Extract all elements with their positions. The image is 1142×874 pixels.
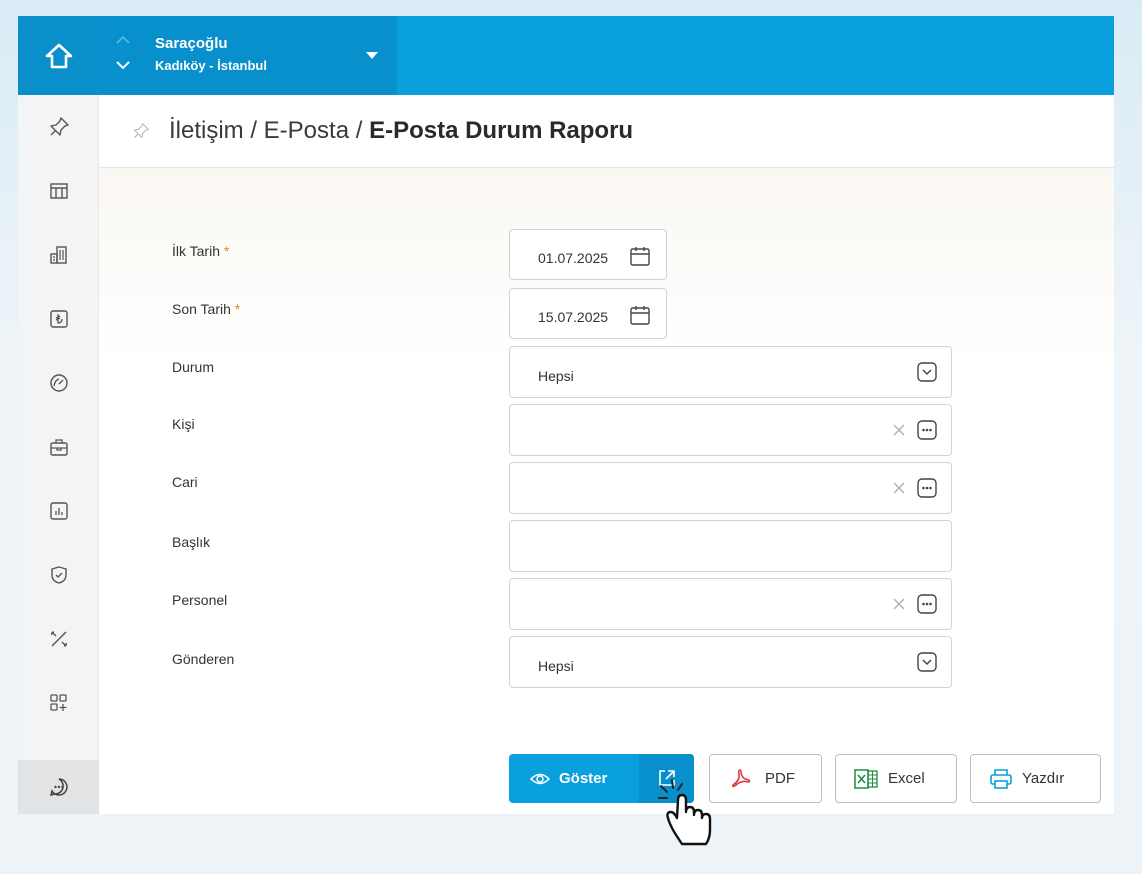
son-tarih-field[interactable]: 15.07.2025 — [509, 288, 667, 339]
app-window: Saraçoğlu Kadıköy - İstanbul İletişim / … — [18, 16, 1114, 814]
building-icon — [49, 246, 67, 264]
more-icon[interactable] — [916, 593, 938, 615]
sidebar-item-reports[interactable] — [18, 479, 99, 543]
company-location: Kadıköy - İstanbul — [155, 58, 267, 73]
more-icon[interactable] — [916, 419, 938, 441]
ilk-tarih-field[interactable]: 01.07.2025 — [509, 229, 667, 280]
show-button-label: Göster — [559, 770, 608, 787]
breadcrumb: İletişim / E-Posta / E-Posta Durum Rapor… — [169, 117, 633, 145]
label-personel: Personel — [172, 592, 228, 608]
sidebar-item-building[interactable] — [18, 223, 99, 287]
company-selector[interactable]: Saraçoğlu Kadıköy - İstanbul — [99, 16, 397, 95]
durum-select[interactable]: Hepsi — [509, 346, 952, 398]
kisi-lookup[interactable] — [509, 404, 952, 456]
caret-down-icon[interactable] — [364, 50, 380, 60]
gonderen-value: Hepsi — [538, 658, 574, 674]
pin-icon — [49, 117, 69, 136]
show-button[interactable]: Göster — [509, 754, 639, 803]
home-button[interactable] — [18, 16, 99, 95]
label-cari: Cari — [172, 474, 198, 490]
chart-icon — [49, 502, 68, 520]
sidebar-item-table[interactable] — [18, 159, 99, 223]
eye-icon — [529, 773, 551, 784]
printer-icon — [990, 768, 1012, 789]
sidebar-item-business[interactable] — [18, 415, 99, 479]
label-durum: Durum — [172, 359, 215, 375]
ilk-tarih-value: 01.07.2025 — [538, 250, 609, 266]
son-tarih-value: 15.07.2025 — [538, 309, 609, 325]
page-header: İletişim / E-Posta / E-Posta Durum Rapor… — [99, 95, 1114, 168]
chat-icon — [49, 778, 68, 797]
tools-icon — [50, 631, 67, 647]
label-gonderen: Gönderen — [172, 651, 235, 667]
clear-icon[interactable] — [891, 596, 907, 612]
personel-lookup[interactable] — [509, 578, 952, 630]
baslik-input[interactable] — [509, 520, 952, 572]
excel-button[interactable]: Excel — [835, 754, 957, 803]
excel-button-label: Excel — [888, 770, 925, 787]
pdf-icon — [732, 768, 751, 787]
durum-value: Hepsi — [538, 368, 574, 384]
label-baslik: Başlık — [172, 534, 211, 550]
shield-icon — [50, 566, 67, 584]
required-mark: * — [234, 301, 241, 317]
label-kisi: Kişi — [172, 416, 195, 432]
sidebar-item-tools[interactable] — [18, 607, 99, 671]
page-title: E-Posta Durum Raporu — [369, 117, 634, 144]
print-button-label: Yazdır — [1022, 770, 1065, 787]
calendar-icon[interactable] — [629, 245, 651, 267]
briefcase-icon — [49, 439, 68, 456]
pin-icon[interactable] — [132, 122, 150, 140]
gonderen-select[interactable]: Hepsi — [509, 636, 952, 688]
chevron-down-icon[interactable] — [116, 60, 130, 70]
table-icon — [49, 183, 68, 199]
required-mark: * — [223, 243, 230, 259]
sidebar-item-security[interactable] — [18, 543, 99, 607]
sidebar-item-finance[interactable] — [18, 287, 99, 351]
excel-icon — [854, 768, 878, 789]
breadcrumb-path: İletişim / E-Posta / — [169, 117, 370, 144]
sidebar-item-pin[interactable] — [18, 95, 99, 159]
chevron-up-icon[interactable] — [116, 35, 130, 45]
sidebar-item-communication[interactable] — [18, 760, 99, 814]
dropdown-icon[interactable] — [916, 361, 938, 383]
sidebar — [18, 95, 99, 814]
dropdown-icon[interactable] — [916, 651, 938, 673]
lira-icon — [49, 310, 68, 328]
clear-icon[interactable] — [891, 422, 907, 438]
sidebar-item-dashboard[interactable] — [18, 351, 99, 415]
label-son-tarih: Son Tarih * — [172, 301, 241, 317]
sidebar-item-apps[interactable] — [18, 671, 99, 735]
more-icon[interactable] — [916, 477, 938, 499]
cari-lookup[interactable] — [509, 462, 952, 514]
company-name: Saraçoğlu — [155, 35, 228, 52]
label-ilk-tarih: İlk Tarih * — [172, 243, 230, 259]
pdf-button-label: PDF — [765, 770, 795, 787]
hand-cursor-icon — [658, 779, 712, 846]
print-button[interactable]: Yazdır — [970, 754, 1101, 803]
gauge-icon — [49, 374, 68, 392]
home-icon — [45, 43, 72, 68]
top-bar: Saraçoğlu Kadıköy - İstanbul — [18, 16, 1114, 95]
clear-icon[interactable] — [891, 480, 907, 496]
calendar-icon[interactable] — [629, 304, 651, 326]
apps-add-icon — [49, 694, 67, 711]
